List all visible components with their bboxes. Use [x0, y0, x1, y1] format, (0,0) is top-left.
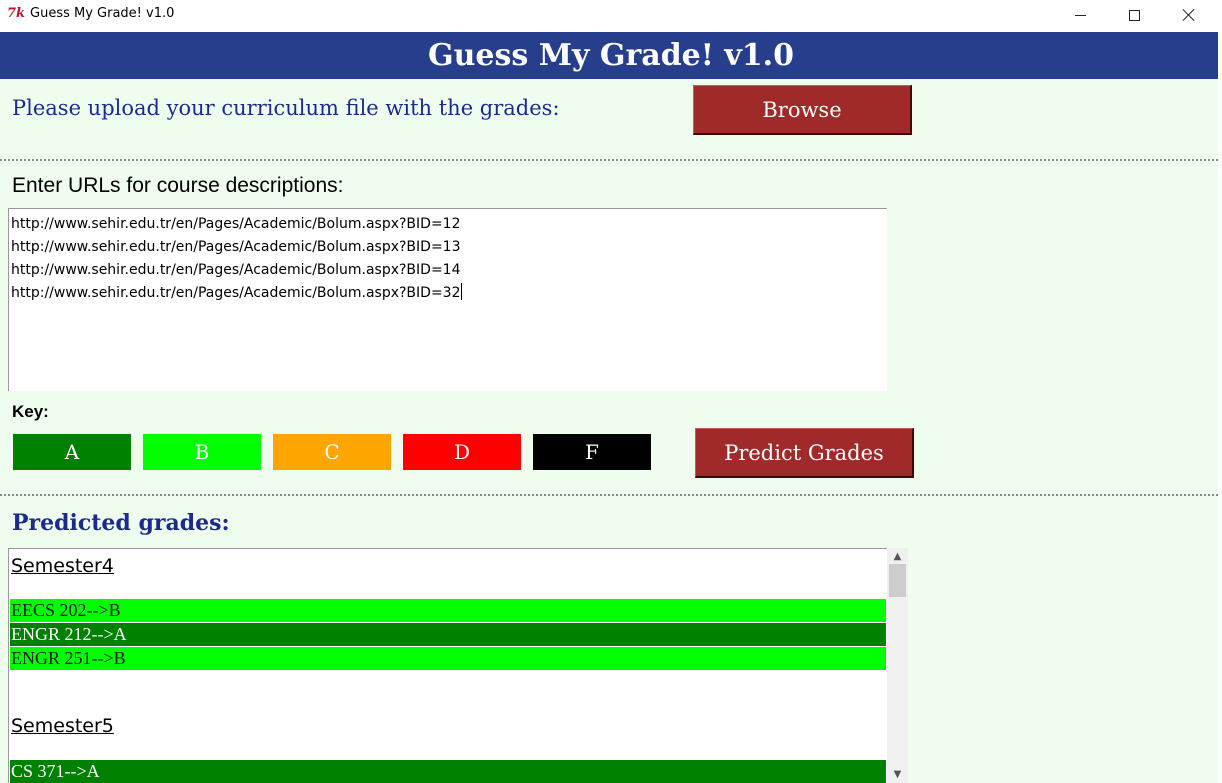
section-divider	[0, 159, 1218, 161]
urls-textarea[interactable]: http://www.sehir.edu.tr/en/Pages/Academi…	[8, 208, 887, 391]
url-line-text: http://www.sehir.edu.tr/en/Pages/Academi…	[11, 285, 461, 301]
section-divider	[0, 494, 1218, 496]
key-chip-f: F	[533, 434, 651, 470]
key-chip-b: B	[143, 434, 261, 470]
predicted-grades-list[interactable]: Semester4 EECS 202-->B ENGR 212-->A ENGR…	[8, 548, 887, 783]
window-title: Guess My Grade! v1.0	[30, 6, 175, 21]
course-grade-text: EECS 202-->B	[11, 600, 121, 620]
semester-title: Semester5	[11, 715, 114, 737]
tk-feather-icon: 7k	[7, 6, 26, 21]
upload-label: Please upload your curriculum file with …	[12, 96, 560, 120]
course-grade-text: ENGR 251-->B	[11, 648, 126, 668]
app-window: Guess My Grade! v1.0 Please upload your …	[0, 32, 1222, 783]
course-grade-row: ENGR 251-->B	[10, 647, 886, 670]
header-title: Guess My Grade! v1.0	[428, 38, 794, 73]
maximize-icon	[1128, 9, 1140, 21]
scroll-up-icon[interactable]: ▲	[887, 548, 908, 565]
url-line: http://www.sehir.edu.tr/en/Pages/Academi…	[11, 262, 461, 278]
text-caret	[460, 283, 462, 300]
course-grade-row: EECS 202-->B	[10, 599, 886, 622]
window-title-bar: 7k Guess My Grade! v1.0	[0, 0, 1222, 32]
key-chip-a: A	[13, 434, 131, 470]
key-label: Key:	[12, 402, 49, 421]
maximize-button[interactable]	[1111, 0, 1157, 30]
minimize-button[interactable]	[1057, 0, 1103, 30]
url-line: http://www.sehir.edu.tr/en/Pages/Academi…	[11, 282, 885, 305]
key-chip-label: F	[585, 440, 599, 464]
minimize-icon	[1074, 14, 1086, 16]
scroll-thumb[interactable]	[889, 564, 906, 597]
close-icon	[1182, 8, 1196, 22]
predicted-grades-label: Predicted grades:	[12, 510, 230, 536]
urls-label: Enter URLs for course descriptions:	[12, 174, 344, 197]
course-grade-row: ENGR 212-->A	[10, 623, 886, 646]
predict-grades-button[interactable]: Predict Grades	[695, 428, 914, 478]
url-line: http://www.sehir.edu.tr/en/Pages/Academi…	[11, 216, 461, 232]
header-banner: Guess My Grade! v1.0	[0, 32, 1222, 79]
url-line: http://www.sehir.edu.tr/en/Pages/Academi…	[11, 239, 461, 255]
key-chip-label: D	[453, 440, 471, 464]
course-grade-text: CS 371-->A	[11, 761, 100, 781]
window-edge	[1218, 32, 1222, 783]
close-button[interactable]	[1166, 0, 1212, 30]
semester-title: Semester4	[11, 555, 114, 577]
scroll-down-icon[interactable]: ▼	[887, 766, 908, 783]
key-chip-label: A	[64, 440, 80, 464]
course-grade-row: CS 371-->A	[10, 760, 886, 783]
course-grade-text: ENGR 212-->A	[11, 624, 127, 644]
key-chip-label: C	[324, 440, 340, 464]
key-chip-label: B	[194, 440, 210, 464]
results-scrollbar[interactable]: ▲ ▼	[887, 548, 908, 783]
browse-button[interactable]: Browse	[693, 85, 912, 135]
key-chip-d: D	[403, 434, 521, 470]
key-chip-c: C	[273, 434, 391, 470]
